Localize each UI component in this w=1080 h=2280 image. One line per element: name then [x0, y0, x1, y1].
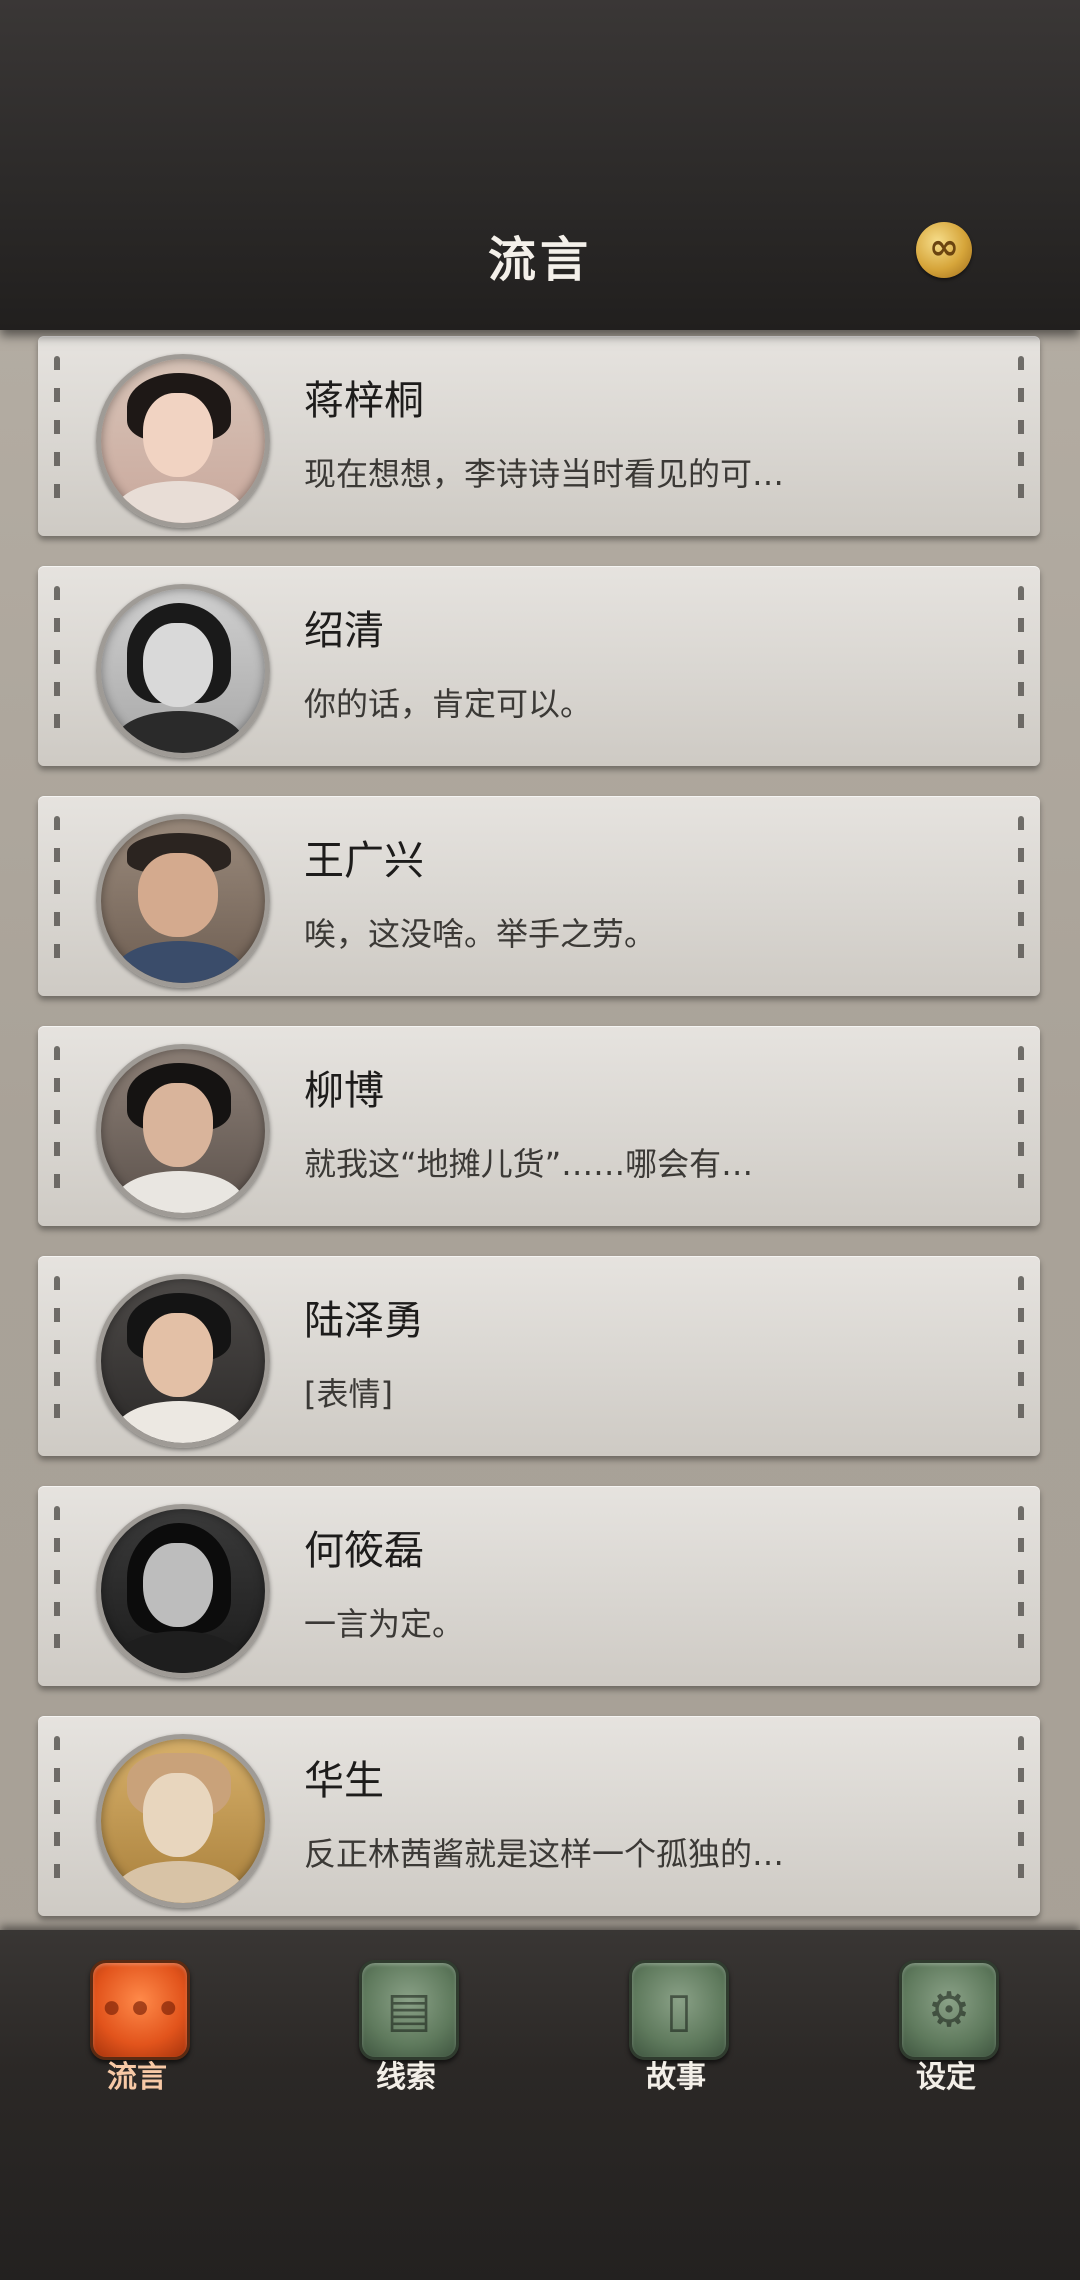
message-preview: 反正林茜酱就是这样一个孤独的…	[304, 1835, 785, 1873]
avatar-face	[138, 853, 218, 937]
avatar-face	[143, 1313, 213, 1397]
stitch-decoration	[54, 1736, 60, 1896]
avatar-huasheng-cat[interactable]	[96, 1734, 270, 1908]
stitch-decoration	[54, 586, 60, 746]
stitch-decoration	[54, 1506, 60, 1666]
contact-name: 陆泽勇	[304, 1298, 424, 1344]
avatar-liu-bo[interactable]	[96, 1044, 270, 1218]
tab-story[interactable]: ▯ 故事	[591, 1960, 761, 2110]
avatar-body	[115, 1171, 243, 1213]
screen: 流言 ∞ 蒋梓桐 现在想想，李诗诗当时看见的可… 绍清 你的话，肯定可以。 王广…	[0, 0, 1080, 2280]
avatar-face	[143, 623, 213, 707]
message-preview: 现在想想，李诗诗当时看见的可…	[304, 455, 785, 493]
tab-label: 线索	[376, 2060, 436, 2095]
conversation-list[interactable]: 蒋梓桐 现在想想，李诗诗当时看见的可… 绍清 你的话，肯定可以。 王广兴 唉，这…	[0, 330, 1080, 1930]
gears-icon[interactable]: ⚙	[899, 1960, 999, 2060]
chat-bubbles-icon[interactable]: •••	[90, 1960, 190, 2060]
avatar-jiang-zitong[interactable]	[96, 354, 270, 528]
contact-name: 华生	[304, 1758, 384, 1804]
conversation-card[interactable]: 华生 反正林茜酱就是这样一个孤独的…	[38, 1716, 1040, 1916]
conversation-card[interactable]: 蒋梓桐 现在想想，李诗诗当时看见的可…	[38, 336, 1040, 536]
contact-name: 何筱磊	[304, 1528, 424, 1574]
message-preview: [表情]	[304, 1375, 393, 1413]
avatar-face	[143, 1543, 213, 1627]
stitch-decoration	[1018, 1736, 1024, 1896]
tab-clues[interactable]: ▤ 线索	[321, 1960, 491, 2110]
infinity-symbol: ∞	[929, 227, 959, 268]
message-preview: 一言为定。	[304, 1605, 465, 1643]
tab-label: 流言	[107, 2060, 167, 2095]
tab-label: 故事	[646, 2060, 706, 2095]
tab-label: 设定	[916, 2060, 976, 2095]
stitch-decoration	[54, 1046, 60, 1206]
tab-settings[interactable]: ⚙ 设定	[861, 1960, 1031, 2110]
app-header: 流言 ∞	[0, 0, 1080, 330]
contact-name: 绍清	[304, 608, 384, 654]
stitch-decoration	[1018, 816, 1024, 976]
conversation-card[interactable]: 绍清 你的话，肯定可以。	[38, 566, 1040, 766]
message-preview: 就我这“地摊儿货”……哪会有…	[304, 1145, 754, 1183]
avatar-face	[143, 393, 213, 477]
stitch-decoration	[1018, 586, 1024, 746]
contact-name: 王广兴	[304, 838, 424, 884]
avatar-body	[115, 711, 243, 753]
gold-coin-infinity-icon[interactable]: ∞	[916, 222, 972, 278]
message-preview: 你的话，肯定可以。	[304, 685, 593, 723]
avatar-lu-zeyong[interactable]	[96, 1274, 270, 1448]
avatar-face	[143, 1773, 213, 1857]
conversation-card[interactable]: 何筱磊 一言为定。	[38, 1486, 1040, 1686]
conversation-card[interactable]: 柳博 就我这“地摊儿货”……哪会有…	[38, 1026, 1040, 1226]
contact-name: 蒋梓桐	[304, 378, 424, 424]
message-preview: 唉，这没啥。举手之劳。	[304, 915, 657, 953]
book-icon[interactable]: ▯	[629, 1960, 729, 2060]
avatar-body	[115, 941, 243, 983]
stitch-decoration	[1018, 1506, 1024, 1666]
document-icon[interactable]: ▤	[359, 1960, 459, 2060]
avatar-wang-guangxing[interactable]	[96, 814, 270, 988]
stitch-decoration	[54, 356, 60, 516]
contact-name: 柳博	[304, 1068, 384, 1114]
bottom-nav: ••• 流言 ▤ 线索 ▯ 故事 ⚙ 设定	[0, 1930, 1080, 2280]
stitch-decoration	[1018, 1276, 1024, 1436]
avatar-body	[115, 481, 243, 523]
avatar-face	[143, 1083, 213, 1167]
avatar-body	[115, 1861, 243, 1903]
conversation-card[interactable]: 陆泽勇 [表情]	[38, 1256, 1040, 1456]
stitch-decoration	[54, 1276, 60, 1436]
stitch-decoration	[1018, 1046, 1024, 1206]
stitch-decoration	[54, 816, 60, 976]
stitch-decoration	[1018, 356, 1024, 516]
tab-rumors[interactable]: ••• 流言	[52, 1960, 222, 2110]
avatar-body	[115, 1631, 243, 1673]
avatar-he-xiaolei[interactable]	[96, 1504, 270, 1678]
avatar-body	[115, 1401, 243, 1443]
conversation-card[interactable]: 王广兴 唉，这没啥。举手之劳。	[38, 796, 1040, 996]
avatar-shao-qing[interactable]	[96, 584, 270, 758]
